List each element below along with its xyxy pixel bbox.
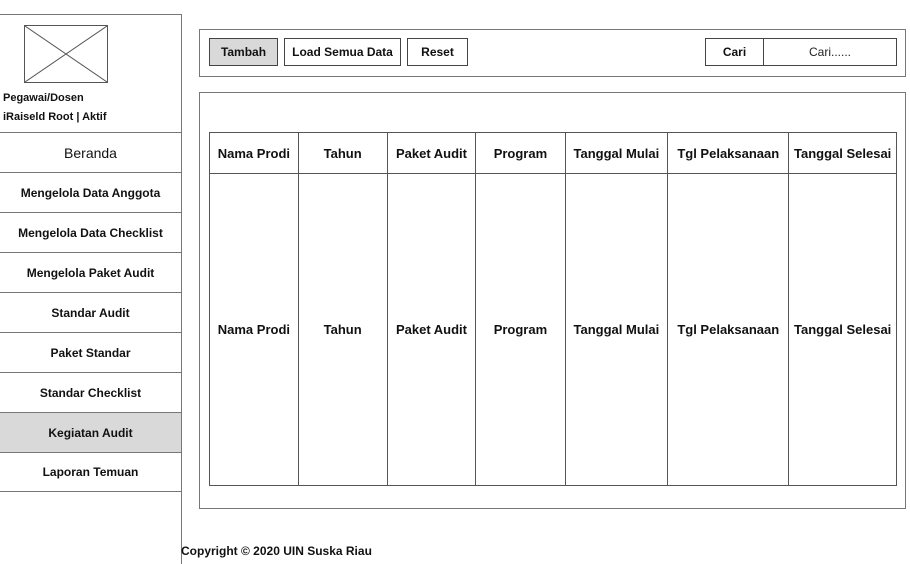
sidebar-item-laporan-temuan[interactable]: Laporan Temuan bbox=[0, 452, 181, 492]
sidebar-item-standar-checklist[interactable]: Standar Checklist bbox=[0, 372, 181, 412]
table-row[interactable]: Nama Prodi Tahun Paket Audit Program Tan… bbox=[209, 173, 897, 486]
cell-tahun: Tahun bbox=[297, 173, 388, 486]
column-header-tanggal-selesai[interactable]: Tanggal Selesai bbox=[788, 132, 897, 174]
table-header-row: Nama Prodi Tahun Paket Audit Program Tan… bbox=[209, 132, 897, 174]
reset-button[interactable]: Reset bbox=[407, 38, 468, 66]
sidebar-item-kegiatan-audit[interactable]: Kegiatan Audit bbox=[0, 412, 181, 452]
sidebar-item-beranda[interactable]: Beranda bbox=[0, 132, 181, 172]
load-all-data-button[interactable]: Load Semua Data bbox=[284, 38, 401, 66]
toolbar: Tambah Load Semua Data Reset Cari Cari..… bbox=[199, 29, 906, 77]
add-button[interactable]: Tambah bbox=[209, 38, 278, 66]
sidebar-item-paket-standar[interactable]: Paket Standar bbox=[0, 332, 181, 372]
column-header-program[interactable]: Program bbox=[475, 132, 566, 174]
sidebar-menu: Beranda Mengelola Data Anggota Mengelola… bbox=[0, 132, 181, 492]
column-header-tanggal-mulai[interactable]: Tanggal Mulai bbox=[564, 132, 669, 174]
sidebar-item-standar-audit[interactable]: Standar Audit bbox=[0, 292, 181, 332]
sidebar-item-mengelola-paket-audit[interactable]: Mengelola Paket Audit bbox=[0, 252, 181, 292]
column-header-tgl-pelaksanaan[interactable]: Tgl Pelaksanaan bbox=[667, 132, 790, 174]
cell-nama-prodi: Nama Prodi bbox=[209, 173, 299, 486]
column-header-tahun[interactable]: Tahun bbox=[297, 132, 388, 174]
user-status: iRaiseld Root | Aktif bbox=[3, 111, 107, 123]
user-role: Pegawai/Dosen bbox=[3, 92, 84, 104]
audit-activity-table: Nama Prodi Tahun Paket Audit Program Tan… bbox=[209, 132, 897, 486]
sidebar-item-mengelola-data-checklist[interactable]: Mengelola Data Checklist bbox=[0, 212, 181, 252]
column-header-paket-audit[interactable]: Paket Audit bbox=[386, 132, 477, 174]
footer-copyright: Copyright © 2020 UIN Suska Riau bbox=[181, 544, 372, 558]
sidebar-item-mengelola-data-anggota[interactable]: Mengelola Data Anggota bbox=[0, 172, 181, 212]
cell-paket-audit: Paket Audit bbox=[386, 173, 477, 486]
cell-tanggal-selesai: Tanggal Selesai bbox=[788, 173, 897, 486]
sidebar: Pegawai/Dosen iRaiseld Root | Aktif Bera… bbox=[0, 14, 182, 564]
cell-program: Program bbox=[475, 173, 566, 486]
search-button[interactable]: Cari bbox=[705, 38, 764, 66]
cell-tgl-pelaksanaan: Tgl Pelaksanaan bbox=[667, 173, 790, 486]
logo-placeholder-icon bbox=[24, 25, 108, 83]
search-input[interactable]: Cari...... bbox=[763, 38, 897, 66]
cell-tanggal-mulai: Tanggal Mulai bbox=[564, 173, 669, 486]
column-header-nama-prodi[interactable]: Nama Prodi bbox=[209, 132, 299, 174]
